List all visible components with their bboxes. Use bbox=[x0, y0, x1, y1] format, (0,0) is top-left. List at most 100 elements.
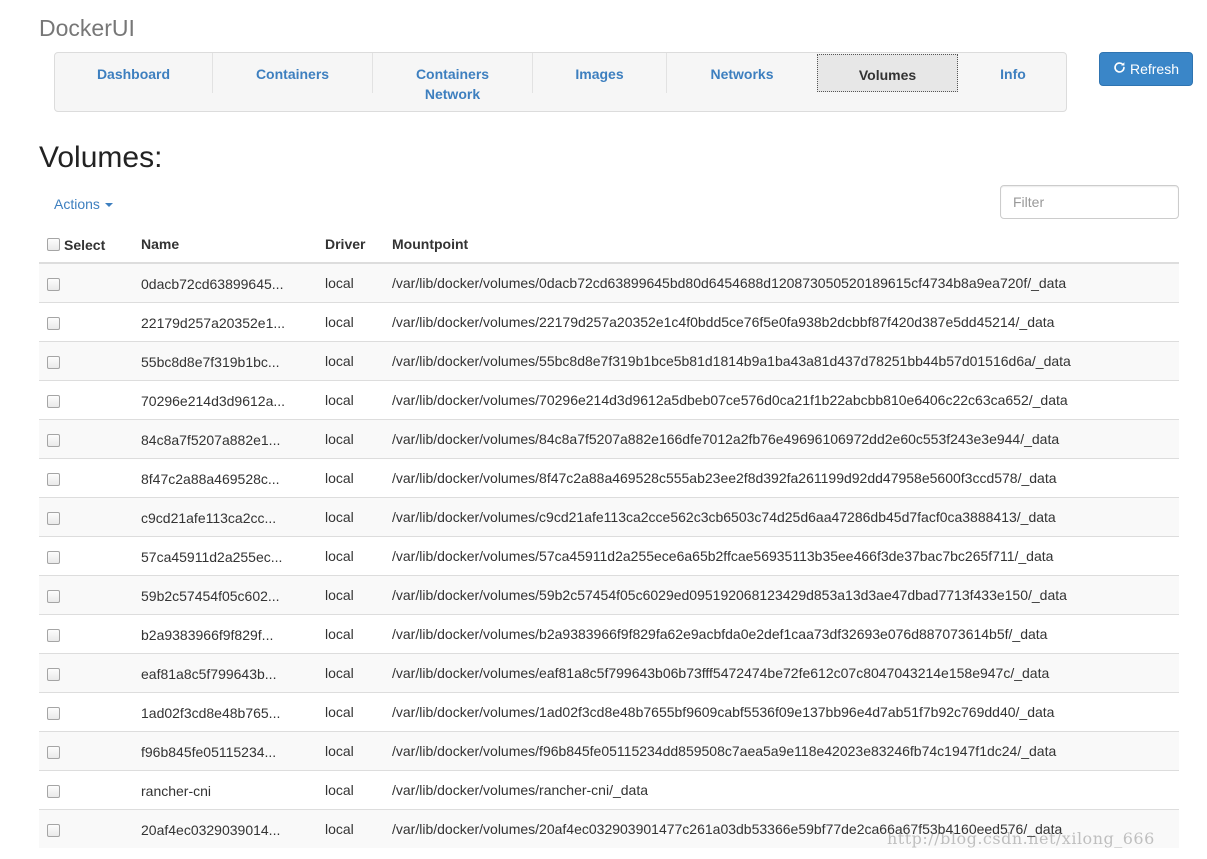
row-select-cell bbox=[39, 653, 141, 693]
volume-driver: local bbox=[325, 692, 392, 732]
table-row: b2a9383966f9f829f... local/var/lib/docker… bbox=[39, 614, 1179, 654]
row-select-cell bbox=[39, 692, 141, 732]
volume-mountpoint: /var/lib/docker/volumes/8f47c2a88a469528… bbox=[392, 458, 1179, 498]
table-row: 1ad02f3cd8e48b765... local/var/lib/docker… bbox=[39, 692, 1179, 732]
volume-name-cell: 84c8a7f5207a882e1... bbox=[141, 419, 325, 459]
volume-driver: local bbox=[325, 731, 392, 771]
volume-driver: local bbox=[325, 653, 392, 693]
volume-mountpoint: /var/lib/docker/volumes/59b2c57454f05c60… bbox=[392, 575, 1179, 615]
volume-name-cell: 20af4ec0329039014... bbox=[141, 809, 325, 848]
refresh-label: Refresh bbox=[1129, 61, 1180, 77]
nav-item-containers[interactable]: Containers bbox=[213, 53, 372, 111]
row-checkbox[interactable] bbox=[47, 589, 60, 603]
volume-name[interactable]: 0dacb72cd63899645... bbox=[141, 276, 283, 292]
volume-name[interactable]: 59b2c57454f05c602... bbox=[141, 588, 280, 604]
table-row: 0dacb72cd63899645... local/var/lib/docker… bbox=[39, 262, 1179, 303]
nav-item-dashboard[interactable]: Dashboard bbox=[55, 53, 212, 111]
col-driver[interactable]: Driver bbox=[325, 226, 392, 264]
volume-name-cell: 57ca45911d2a255ec... bbox=[141, 536, 325, 576]
volume-name-cell: 22179d257a20352e1... bbox=[141, 302, 325, 342]
volume-driver: local bbox=[325, 770, 392, 810]
caret-down-icon bbox=[104, 203, 113, 207]
row-select-cell bbox=[39, 302, 141, 342]
volume-mountpoint: /var/lib/docker/volumes/55bc8d8e7f319b1b… bbox=[392, 341, 1179, 381]
volume-driver: local bbox=[325, 419, 392, 459]
app-brand[interactable]: DockerUI bbox=[39, 15, 135, 42]
table-row: 70296e214d3d9612a... local/var/lib/docker… bbox=[39, 380, 1179, 420]
row-select-cell bbox=[39, 536, 141, 576]
table-row: c9cd21afe113ca2cc... local/var/lib/docker… bbox=[39, 497, 1179, 537]
volume-mountpoint: /var/lib/docker/volumes/c9cd21afe113ca2c… bbox=[392, 497, 1179, 537]
row-checkbox[interactable] bbox=[47, 277, 60, 291]
volume-driver: local bbox=[325, 341, 392, 381]
volume-name[interactable]: b2a9383966f9f829f... bbox=[141, 627, 273, 643]
table-row: 57ca45911d2a255ec... local/var/lib/docker… bbox=[39, 536, 1179, 576]
volume-name[interactable]: 57ca45911d2a255ec... bbox=[141, 549, 282, 565]
row-checkbox[interactable] bbox=[47, 745, 60, 759]
volume-mountpoint: /var/lib/docker/volumes/22179d257a20352e… bbox=[392, 302, 1179, 342]
row-select-cell bbox=[39, 497, 141, 537]
nav-item-volumes[interactable]: Volumes bbox=[817, 54, 958, 92]
volume-name-cell: 0dacb72cd63899645... bbox=[141, 262, 325, 303]
volume-mountpoint: /var/lib/docker/volumes/rancher-cni/_dat… bbox=[392, 770, 1179, 810]
nav-item-containers-network[interactable]: Containers Network bbox=[373, 53, 532, 111]
col-name[interactable]: Name bbox=[141, 226, 325, 264]
actions-label: Actions bbox=[54, 196, 100, 212]
nav-item-images[interactable]: Images bbox=[533, 53, 666, 111]
row-select-cell bbox=[39, 731, 141, 771]
row-select-cell bbox=[39, 341, 141, 381]
volume-driver: local bbox=[325, 380, 392, 420]
volume-name-cell: 55bc8d8e7f319b1bc... bbox=[141, 341, 325, 381]
select-all-checkbox[interactable] bbox=[47, 238, 60, 252]
volume-mountpoint: /var/lib/docker/volumes/0dacb72cd6389964… bbox=[392, 262, 1179, 303]
table-row: 22179d257a20352e1... local/var/lib/docker… bbox=[39, 302, 1179, 342]
volume-name[interactable]: 55bc8d8e7f319b1bc... bbox=[141, 354, 280, 370]
row-checkbox[interactable] bbox=[47, 628, 60, 642]
table-row: f96b845fe05115234... local/var/lib/docker… bbox=[39, 731, 1179, 771]
volume-name[interactable]: 20af4ec0329039014... bbox=[141, 822, 280, 838]
row-checkbox[interactable] bbox=[47, 472, 60, 486]
row-checkbox[interactable] bbox=[47, 355, 60, 369]
volume-name-cell: 59b2c57454f05c602... bbox=[141, 575, 325, 615]
volume-name-cell: b2a9383966f9f829f... bbox=[141, 614, 325, 654]
nav-item-networks[interactable]: Networks bbox=[667, 53, 817, 111]
volume-name[interactable]: c9cd21afe113ca2cc... bbox=[141, 510, 276, 526]
row-checkbox[interactable] bbox=[47, 511, 60, 525]
col-mountpoint[interactable]: Mountpoint bbox=[392, 226, 1179, 264]
row-checkbox[interactable] bbox=[47, 667, 60, 681]
volume-mountpoint: /var/lib/docker/volumes/1ad02f3cd8e48b76… bbox=[392, 692, 1179, 732]
row-checkbox[interactable] bbox=[47, 784, 60, 798]
nav-item-info[interactable]: Info bbox=[958, 53, 1068, 111]
row-checkbox[interactable] bbox=[47, 550, 60, 564]
volume-mountpoint: /var/lib/docker/volumes/57ca45911d2a255e… bbox=[392, 536, 1179, 576]
volume-name[interactable]: 22179d257a20352e1... bbox=[141, 315, 285, 331]
volume-name-cell: 70296e214d3d9612a... bbox=[141, 380, 325, 420]
row-select-cell bbox=[39, 458, 141, 498]
volume-name-cell: 8f47c2a88a469528c... bbox=[141, 458, 325, 498]
volume-name-cell: rancher-cni bbox=[141, 770, 325, 810]
row-checkbox[interactable] bbox=[47, 823, 60, 837]
table-row: eaf81a8c5f799643b... local/var/lib/docker… bbox=[39, 653, 1179, 693]
volume-name[interactable]: eaf81a8c5f799643b... bbox=[141, 666, 276, 682]
volume-name[interactable]: rancher-cni bbox=[141, 783, 211, 799]
table-row: 55bc8d8e7f319b1bc... local/var/lib/docker… bbox=[39, 341, 1179, 381]
volume-name[interactable]: 70296e214d3d9612a... bbox=[141, 393, 285, 409]
actions-dropdown[interactable]: Actions bbox=[54, 196, 113, 212]
row-checkbox[interactable] bbox=[47, 433, 60, 447]
row-select-cell bbox=[39, 614, 141, 654]
row-checkbox[interactable] bbox=[47, 316, 60, 330]
volume-name[interactable]: f96b845fe05115234... bbox=[141, 744, 276, 760]
filter-input[interactable] bbox=[1000, 185, 1179, 219]
volume-name[interactable]: 1ad02f3cd8e48b765... bbox=[141, 705, 280, 721]
row-checkbox[interactable] bbox=[47, 706, 60, 720]
refresh-icon bbox=[1113, 61, 1126, 77]
row-checkbox[interactable] bbox=[47, 394, 60, 408]
row-select-cell bbox=[39, 380, 141, 420]
col-select: Select bbox=[39, 226, 141, 264]
table-row: 84c8a7f5207a882e1... local/var/lib/docker… bbox=[39, 419, 1179, 459]
refresh-button[interactable]: Refresh bbox=[1099, 52, 1193, 86]
volume-driver: local bbox=[325, 302, 392, 342]
volume-name[interactable]: 8f47c2a88a469528c... bbox=[141, 471, 280, 487]
volume-name-cell: 1ad02f3cd8e48b765... bbox=[141, 692, 325, 732]
volume-name[interactable]: 84c8a7f5207a882e1... bbox=[141, 432, 280, 448]
